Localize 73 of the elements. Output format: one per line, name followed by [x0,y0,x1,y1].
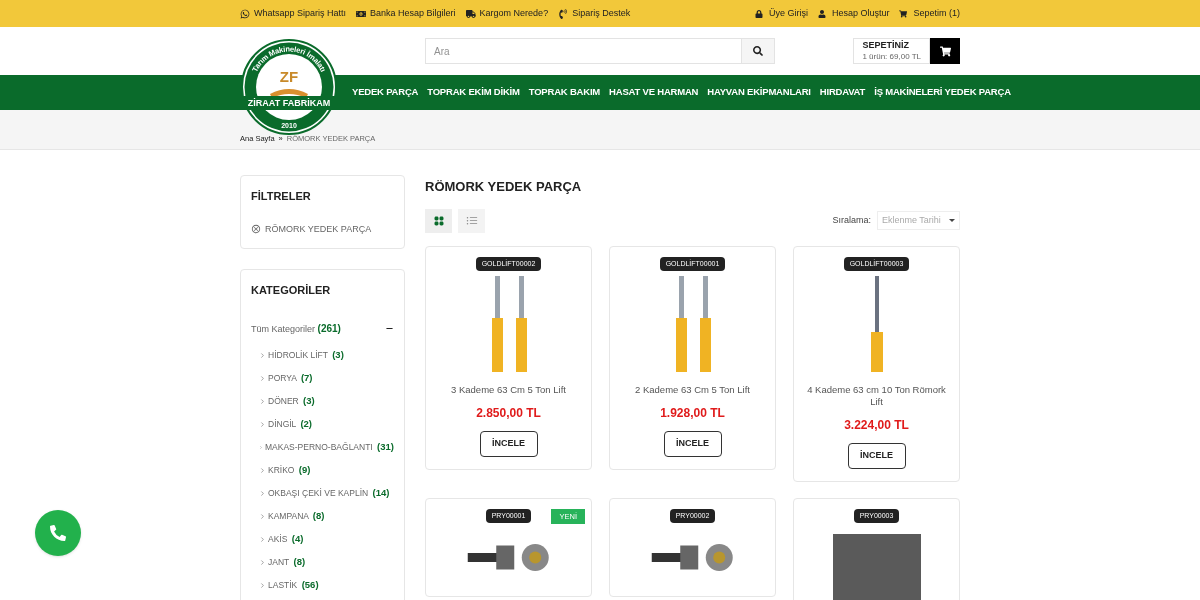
category-link[interactable]: KAMPANA (8) [268,509,325,523]
chevron-icon [259,489,266,497]
grid-icon [432,214,445,227]
chevron-icon [259,397,266,405]
cart-icon [939,45,951,57]
nav-link[interactable]: HASAT VE HARMAN [609,85,699,100]
category-link[interactable]: PORYA (7) [268,371,313,385]
chevron-icon [259,535,266,543]
whatsapp-icon [240,8,250,19]
chevron-icon [259,581,266,589]
user-icon [817,9,826,18]
view-button[interactable]: İNCELE [847,442,906,469]
category-link[interactable]: JANT (8) [268,555,306,569]
view-button[interactable]: İNCELE [479,430,538,457]
top-bar-link[interactable]: Whatsapp Sipariş Hattı [240,6,347,21]
product-name[interactable]: 3 Kademe 63 Cm 5 Ton Lift [441,383,576,396]
chevron-icon [259,351,266,359]
category-link[interactable]: LASTİK (56) [268,578,319,592]
chevron-icon [259,443,264,451]
chevron-icon [259,466,266,474]
nav-link[interactable]: HIRDAVAT [819,85,866,100]
nav-link[interactable]: İŞ MAKİNELERİ YEDEK PARÇA [874,85,1011,100]
view-button[interactable]: İNCELE [663,430,722,457]
banknote-icon [356,8,367,19]
filters-title: FİLTRELER [251,189,312,204]
top-bar-link[interactable]: Hesap Oluştur [817,6,890,21]
phone-icon [50,525,66,541]
remove-icon [251,224,261,235]
chevron-icon [259,374,266,382]
page-title: RÖMORK YEDEK PARÇA [425,178,583,196]
product-price: 1.928,00 TL [660,404,725,422]
chevron-icon [259,512,266,520]
cart-icon [899,9,908,18]
category-link[interactable]: KRİKO (9) [268,463,311,477]
nav-link[interactable]: HAYVAN EKİPMANLARI [707,85,811,100]
cart-total: 1 ürün: 69,00 TL [862,51,921,62]
product-name[interactable]: 4 Kademe 63 cm 10 Ton Römork Lift [794,383,959,408]
category-link[interactable]: OKBAŞI ÇEKİ VE KAPLİN (14) [268,486,390,500]
category-link[interactable]: DİNGİL (2) [268,417,313,431]
categories-title: KATEGORİLER [251,283,332,298]
cart-title: SEPETİNİZ [862,40,910,51]
truck-icon [465,8,476,19]
cart-button[interactable] [930,38,960,64]
top-bar-link[interactable]: Kargom Nerede? [465,6,549,21]
phone-icon [558,8,569,19]
chevron-icon [259,558,266,566]
nav-link[interactable]: TOPRAK BAKIM [528,85,601,100]
top-bar-link[interactable]: Sipariş Destek [558,6,631,21]
top-bar-link[interactable]: Üye Girişi [754,6,808,21]
lock-icon [754,9,763,18]
product-name[interactable]: 2 Kademe 63 Cm 5 Ton Lift [625,383,760,396]
product-price: 2.850,00 TL [476,404,541,422]
list-icon [465,214,478,227]
phone-call-button[interactable] [35,510,81,556]
chevron-icon [259,420,266,428]
search-icon [753,46,763,56]
top-bar-link[interactable]: Sepetim (1) [899,6,960,21]
category-link[interactable]: Tüm Kategoriler (261) [251,320,341,336]
category-link[interactable]: AKİS (4) [268,532,304,546]
top-bar-link[interactable]: Banka Hesap Bilgileri [356,6,456,21]
category-link[interactable]: HİDROLİK LİFT (3) [268,348,344,362]
search-field[interactable]: Ara [425,38,742,64]
category-link[interactable]: MAKAS-PERNO-BAĞLANTI (31) [265,440,394,454]
list-view-button[interactable] [458,208,485,233]
sort-label: Sıralama: [832,213,871,227]
grid-view-button[interactable] [425,208,452,233]
category-link[interactable]: DÖNER (3) [268,394,315,408]
nav-link[interactable]: YEDEK PARÇA [352,85,419,100]
active-filter[interactable]: RÖMORK YEDEK PARÇA [251,222,394,236]
cart-summary[interactable]: SEPETİNİZ 1 ürün: 69,00 TL [853,38,930,64]
search-button[interactable] [742,38,775,64]
product-price: 3.224,00 TL [844,416,909,434]
nav-link[interactable]: TOPRAK EKİM DİKİM [427,85,520,100]
